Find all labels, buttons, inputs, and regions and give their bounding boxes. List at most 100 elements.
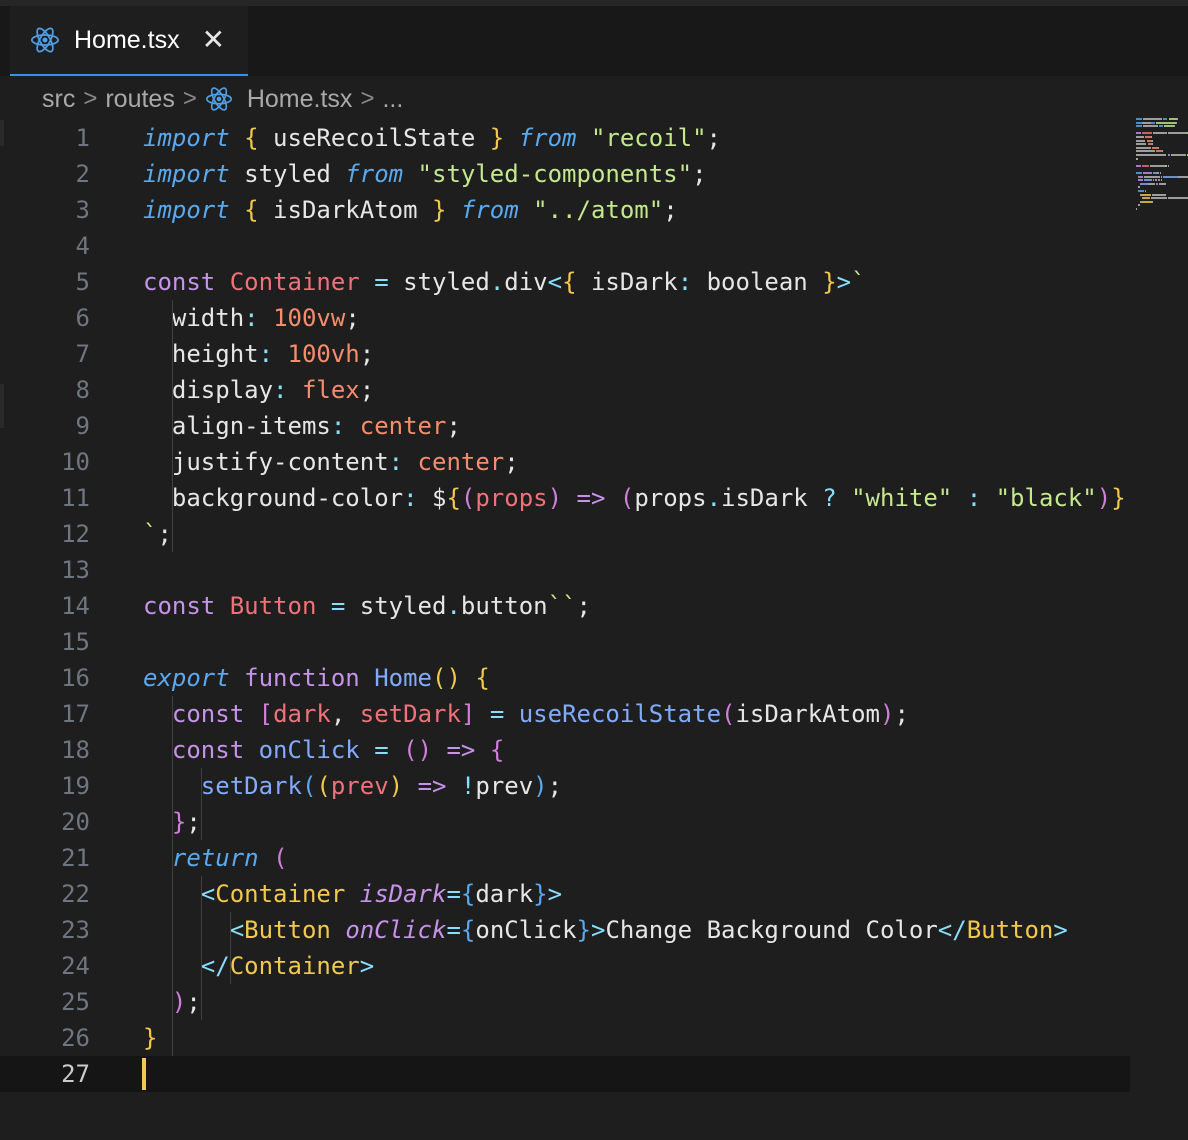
code-line[interactable]: 12 `;	[0, 516, 1130, 552]
minimap-mark	[1144, 125, 1157, 128]
minimap-mark	[1157, 172, 1160, 174]
minimap-mark	[1159, 175, 1161, 178]
minimap-mark	[1151, 139, 1153, 142]
code-line[interactable]: 18 const onClick = () => {	[0, 732, 1130, 768]
code-line[interactable]: 7 height: 100vh;	[0, 336, 1130, 372]
minimap-mark	[1155, 182, 1159, 185]
code-line[interactable]: 17 const [dark, setDark] = useRecoilStat…	[0, 696, 1130, 732]
code-text: import { useRecoilState } from "recoil";	[143, 124, 721, 152]
minimap-mark	[1164, 125, 1174, 128]
minimap-mark	[1136, 146, 1150, 149]
line-number: 26	[61, 1024, 90, 1052]
minimap-mark	[1142, 132, 1152, 135]
code-line[interactable]: 25 );	[0, 984, 1130, 1020]
code-editor[interactable]: 1 import { useRecoilState } from "recoil"…	[0, 118, 1188, 1140]
code-line[interactable]: 27	[0, 1056, 1130, 1092]
minimap-mark	[1143, 197, 1150, 200]
line-number: 14	[61, 592, 90, 620]
indent-guide	[201, 768, 202, 840]
code-line[interactable]: 20 };	[0, 804, 1130, 840]
code-line[interactable]: 9 align-items: center;	[0, 408, 1130, 444]
code-text: width: 100vw;	[143, 304, 360, 332]
code-text: <Container isDark={dark}>	[200, 880, 563, 908]
code-line[interactable]: 19 setDark((prev) => !prev);	[0, 768, 1130, 804]
minimap-mark	[1137, 157, 1139, 160]
code-line[interactable]: 3 import { isDarkAtom } from "../atom";	[0, 192, 1130, 228]
minimap-mark	[1136, 139, 1145, 142]
code-line[interactable]: 11 background-color: ${(props) => (props…	[0, 480, 1130, 516]
minimap-mark	[1136, 164, 1142, 167]
breadcrumb-src[interactable]: src	[42, 85, 75, 114]
minimap-mark	[1151, 200, 1153, 203]
code-text: justify-content: center;	[143, 448, 519, 476]
line-number: 12	[61, 520, 90, 548]
indent-guide	[201, 876, 202, 1020]
code-line[interactable]: 26}	[0, 1020, 1130, 1056]
code-line[interactable]: 6 width: 100vw;	[0, 300, 1130, 336]
react-file-icon	[205, 87, 232, 111]
minimap-mark	[1136, 118, 1143, 120]
code-text: background-color: ${(props) => (props.is…	[143, 484, 1126, 512]
code-line[interactable]: 5 const Container = styled.div<{ isDark: …	[0, 264, 1130, 300]
line-number: 22	[61, 880, 90, 908]
minimap-mark	[1158, 179, 1161, 182]
minimap-mark	[1158, 146, 1160, 149]
breadcrumb-file[interactable]: Home.tsx	[247, 85, 353, 114]
code-line[interactable]: 21 return (	[0, 840, 1130, 876]
minimap-mark	[1165, 154, 1167, 156]
minimap-mark	[1143, 172, 1152, 174]
line-number: 24	[61, 952, 90, 980]
code-line[interactable]: 23 <Button onClick={onClick}>Change Back…	[0, 912, 1130, 948]
line-number: 18	[61, 736, 90, 764]
line-number: 23	[61, 916, 90, 944]
minimap-mark	[1150, 164, 1159, 167]
minimap-mark	[1136, 154, 1155, 156]
code-line[interactable]: 1 import { useRecoilState } from "recoil"…	[0, 120, 1130, 156]
code-line[interactable]: 2 import styled from "styled-components";	[0, 156, 1130, 192]
code-line[interactable]: 22 <Container isDark={dark}>	[0, 876, 1130, 912]
line-number: 10	[61, 448, 90, 476]
line-number: 1	[75, 124, 90, 152]
minimap-mark	[1139, 186, 1141, 189]
minimap-mark	[1155, 121, 1176, 124]
minimap-mark	[1139, 204, 1141, 207]
minimap-mark	[1167, 132, 1175, 135]
breadcrumb-routes[interactable]: routes	[105, 85, 174, 114]
breadcrumb-symbols[interactable]: ...	[382, 85, 403, 114]
line-number: 19	[61, 772, 90, 800]
minimap-mark	[1160, 197, 1168, 200]
line-number: 17	[61, 700, 90, 728]
code-line[interactable]: 14 const Button = styled.button``;	[0, 588, 1130, 624]
minimap-mark	[1153, 132, 1162, 135]
code-line[interactable]: 4	[0, 228, 1130, 264]
minimap-mark	[1175, 121, 1177, 124]
minimap[interactable]	[1134, 116, 1188, 226]
code-line[interactable]: 8 display: flex;	[0, 372, 1130, 408]
code-text: setDark((prev) => !prev);	[200, 772, 563, 800]
minimap-mark	[1163, 175, 1178, 178]
minimap-mark	[1167, 164, 1169, 167]
code-line[interactable]: 15	[0, 624, 1130, 660]
minimap-mark	[1144, 179, 1152, 182]
code-line[interactable]: 16 export function Home() {	[0, 660, 1130, 696]
tab-bar: Home.tsx ✕	[0, 0, 1188, 76]
chevron-right-icon: >	[83, 85, 98, 112]
close-icon[interactable]: ✕	[202, 26, 225, 54]
line-number: 11	[61, 484, 90, 512]
tab-home-tsx[interactable]: Home.tsx ✕	[10, 6, 248, 76]
code-line[interactable]: 10 justify-content: center;	[0, 444, 1130, 480]
minimap-mark	[1165, 193, 1167, 196]
code-line[interactable]: 13	[0, 552, 1130, 588]
minimap-mark	[1175, 132, 1186, 135]
line-number: 13	[61, 556, 90, 584]
code-line[interactable]: 24 </Container>	[0, 948, 1130, 984]
code-text: align-items: center;	[143, 412, 461, 440]
indent-guide	[172, 300, 173, 552]
line-number: 16	[61, 664, 90, 692]
react-file-icon	[31, 27, 59, 53]
minimap-mark	[1152, 179, 1154, 182]
code-text: `;	[143, 520, 172, 548]
minimap-mark	[1159, 125, 1164, 128]
line-number: 25	[61, 988, 90, 1016]
text-cursor	[142, 1058, 146, 1090]
